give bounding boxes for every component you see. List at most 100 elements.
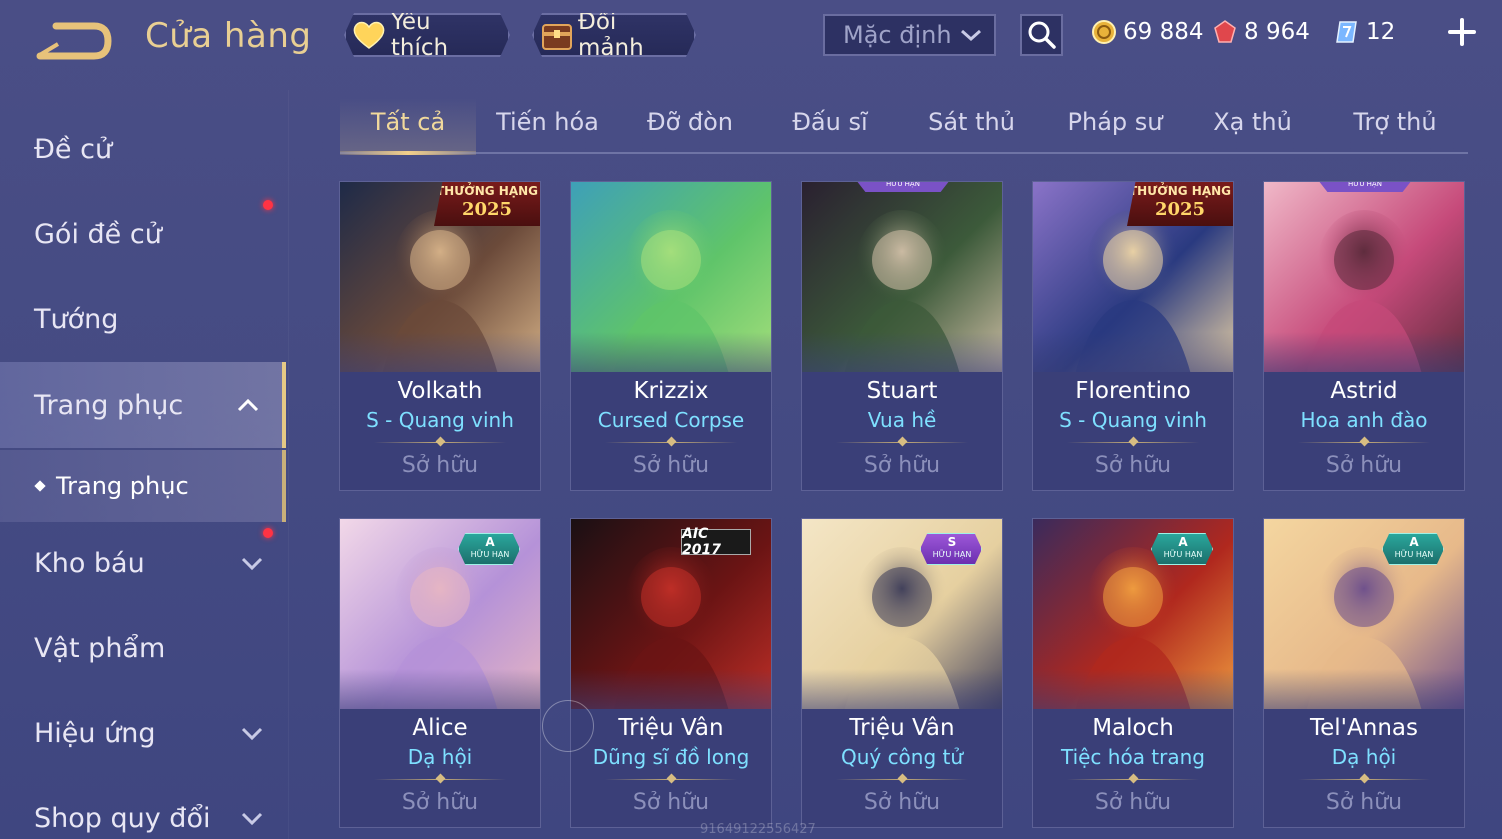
top-bar: Cửa hàng Yêu thích Đổi mảnh Mặc định 69 …: [0, 0, 1502, 80]
chevron-down-icon: [241, 557, 263, 571]
grade-limited-badge: A HỮU HẠN: [458, 533, 520, 565]
skin-name: Hoa anh đào: [1300, 408, 1428, 432]
owned-status: Sở hữu: [863, 453, 941, 478]
notification-dot: [263, 528, 273, 538]
skin-name: S - Quang vinh: [1059, 408, 1207, 432]
owned-status: Sở hữu: [863, 790, 941, 815]
add-currency-icon[interactable]: [1446, 16, 1478, 48]
owned-status: Sở hữu: [1325, 790, 1403, 815]
sidebar-item-treasure[interactable]: Kho báu: [0, 520, 286, 606]
hero-name: Stuart: [866, 378, 938, 404]
tab-assassin[interactable]: Sát thủ: [910, 108, 1033, 136]
sidebar-item-skins[interactable]: Trang phục: [0, 362, 286, 448]
skin-card[interactable]: Tel'Annas Dạ hội Sở hữu A HỮU HẠN: [1263, 518, 1465, 828]
tab-all[interactable]: Tất cả: [340, 108, 476, 136]
sidebar: Đề cử Gói đề cử Tướng Trang phục Trang p…: [0, 100, 288, 839]
back-arrow-icon[interactable]: [36, 22, 112, 60]
skin-name: Tiệc hóa trang: [1060, 745, 1206, 769]
limited-badge: HỮU HẠN: [856, 182, 950, 192]
hero-name: Alice: [412, 715, 468, 741]
skin-name: Dũng sĩ đồ long: [592, 745, 750, 769]
owned-status: Sở hữu: [1325, 453, 1403, 478]
exchange-shards-button[interactable]: Đổi mảnh: [532, 13, 696, 57]
aic-badge: AIC 2017: [681, 526, 751, 558]
search-button[interactable]: [1020, 14, 1063, 56]
owned-status: Sở hữu: [1094, 453, 1172, 478]
quan-huy-balance: 12: [1334, 15, 1395, 49]
sort-dropdown[interactable]: Mặc định: [823, 14, 996, 56]
diamond-bullet-icon: [34, 480, 46, 492]
exchange-shards-label: Đổi mảnh: [578, 9, 644, 61]
tab-evolution[interactable]: Tiến hóa: [485, 108, 610, 136]
rank-reward-badge: THƯỞNG HẠNG 2025: [434, 182, 540, 226]
skin-card[interactable]: Volkath S - Quang vinh Sở hữu THƯỞNG HẠN…: [339, 181, 541, 491]
hero-name: Maloch: [1092, 715, 1174, 741]
hero-name: Triệu Vân: [618, 715, 724, 741]
owned-status: Sở hữu: [1094, 790, 1172, 815]
sort-value: Mặc định: [843, 21, 952, 49]
skin-card[interactable]: Astrid Hoa anh đào Sở hữu HỮU HẠN: [1263, 181, 1465, 491]
hero-name: Volkath: [397, 378, 483, 404]
notification-dot: [263, 200, 273, 210]
owned-status: Sở hữu: [632, 453, 710, 478]
sidebar-item-exchange-shop[interactable]: Shop quy đổi: [0, 775, 286, 839]
tab-marksman[interactable]: Xạ thủ: [1195, 108, 1310, 136]
sidebar-item-items[interactable]: Vật phẩm: [0, 605, 286, 691]
heart-icon: [352, 18, 387, 52]
rank-reward-badge: THƯỞNG HẠNG 2025: [1127, 182, 1233, 226]
search-icon: [1028, 21, 1056, 49]
touch-indicator: [542, 700, 594, 752]
chevron-up-icon: [237, 398, 259, 412]
skin-card[interactable]: Maloch Tiệc hóa trang Sở hữu A HỮU HẠN: [1032, 518, 1234, 828]
role-tabs: Tất cả Tiến hóa Đỡ đòn Đấu sĩ Sát thủ Ph…: [340, 98, 1468, 155]
favorites-label: Yêu thích: [390, 9, 449, 61]
tab-tank[interactable]: Đỡ đòn: [630, 108, 750, 136]
voucher-gem-icon: [1214, 20, 1236, 43]
skin-name: Cursed Corpse: [597, 408, 745, 432]
skin-name: Dạ hội: [407, 745, 473, 769]
hero-name: Krizzix: [633, 378, 709, 404]
skin-name: Dạ hội: [1331, 745, 1397, 769]
skin-name: Vua hề: [867, 408, 937, 432]
favorites-button[interactable]: Yêu thích: [344, 13, 510, 57]
skin-card[interactable]: Alice Dạ hội Sở hữu A HỮU HẠN: [339, 518, 541, 828]
page-title: Cửa hàng: [145, 16, 312, 56]
chevron-down-icon: [241, 812, 263, 826]
sidebar-divider: [288, 90, 289, 839]
skin-card[interactable]: Stuart Vua hề Sở hữu HỮU HẠN: [801, 181, 1003, 491]
grade-limited-badge: S HỮU HẠN: [920, 533, 982, 565]
sidebar-subitem-skins[interactable]: Trang phục: [0, 450, 286, 522]
tab-mage[interactable]: Pháp sư: [1050, 108, 1180, 136]
tab-fighter[interactable]: Đấu sĩ: [770, 108, 890, 136]
treasure-chest-icon: [540, 18, 574, 52]
tab-support[interactable]: Trợ thủ: [1330, 108, 1460, 136]
skin-name: S - Quang vinh: [366, 408, 514, 432]
tab-active-indicator: [340, 151, 476, 155]
limited-badge: HỮU HẠN: [1318, 182, 1412, 192]
sidebar-item-heroes[interactable]: Tướng: [0, 276, 286, 362]
chevron-down-icon: [961, 29, 981, 42]
voucher-balance: 8 964: [1212, 15, 1310, 49]
chevron-down-icon: [241, 727, 263, 741]
owned-status: Sở hữu: [401, 790, 479, 815]
owned-status: Sở hữu: [632, 790, 710, 815]
hero-name: Astrid: [1330, 378, 1398, 404]
gold-coin-icon: [1092, 20, 1116, 44]
skin-card[interactable]: Florentino S - Quang vinh Sở hữu THƯỞNG …: [1032, 181, 1234, 491]
skin-card[interactable]: Krizzix Cursed Corpse Sở hữu: [570, 181, 772, 491]
grade-limited-badge: A HỮU HẠN: [1151, 533, 1213, 565]
skin-card[interactable]: Triệu Vân Quý công tử Sở hữu S HỮU HẠN: [801, 518, 1003, 828]
sidebar-item-featured-bundles[interactable]: Gói đề cử: [0, 191, 286, 277]
sidebar-item-featured[interactable]: Đề cử: [0, 106, 286, 192]
skin-card[interactable]: Triệu Vân Dũng sĩ đồ long Sở hữu AIC 201…: [570, 518, 772, 828]
hero-name: Triệu Vân: [849, 715, 955, 741]
gold-balance: 69 884: [1091, 15, 1203, 49]
watermark: 91649122556427: [700, 822, 816, 837]
hero-name: Tel'Annas: [1310, 715, 1418, 741]
skin-name: Quý công tử: [840, 745, 964, 769]
hero-name: Florentino: [1075, 378, 1191, 404]
owned-status: Sở hữu: [401, 453, 479, 478]
sidebar-item-effects[interactable]: Hiệu ứng: [0, 690, 286, 776]
quan-huy-icon: [1336, 21, 1357, 43]
grade-limited-badge: A HỮU HẠN: [1382, 533, 1444, 565]
